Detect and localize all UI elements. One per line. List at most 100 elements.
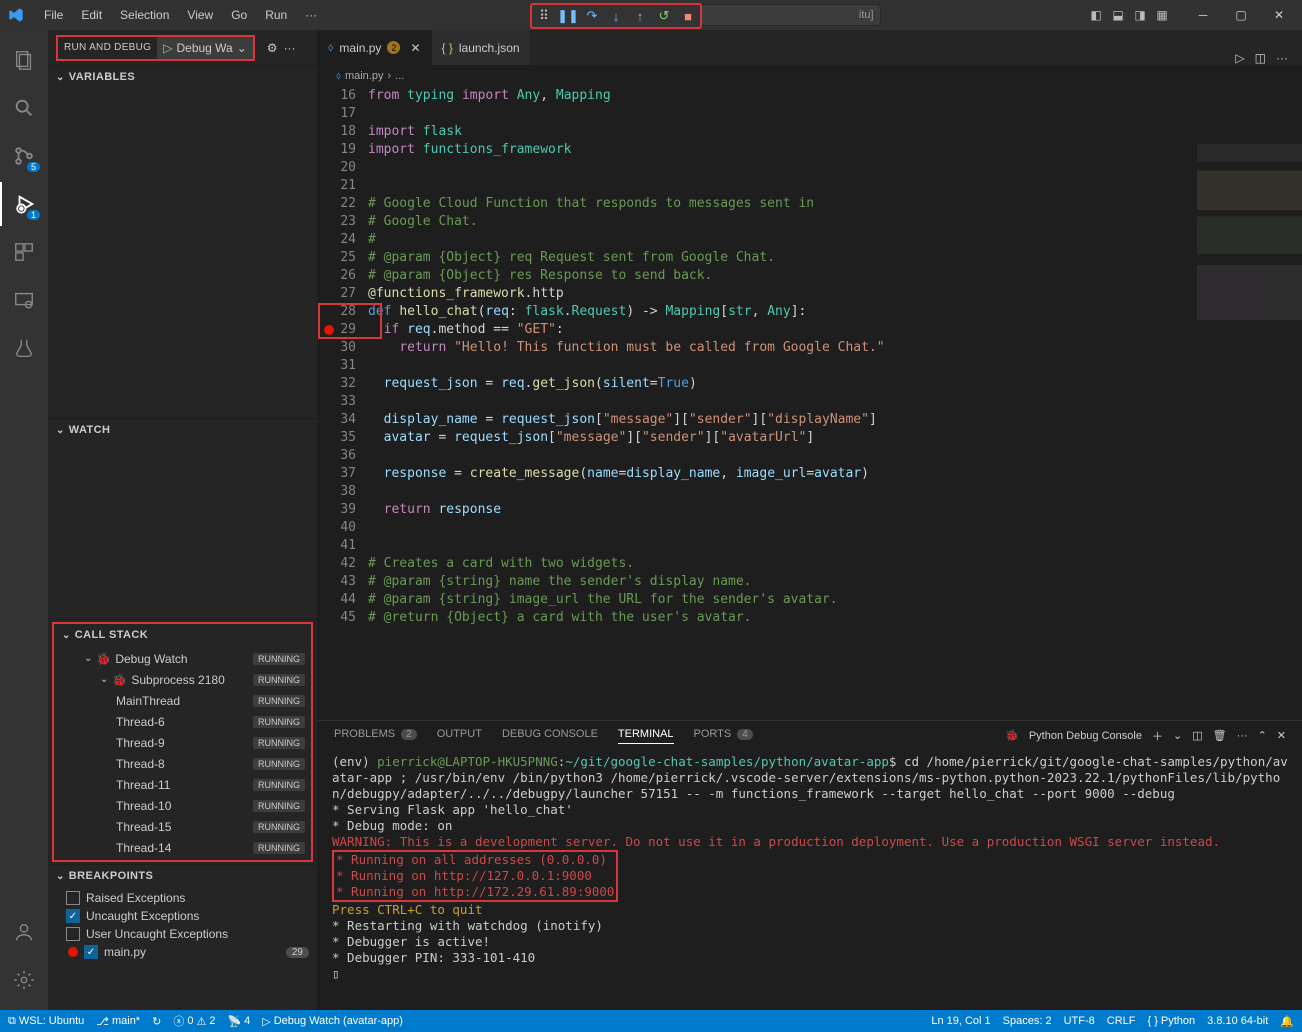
- activity-settings-icon[interactable]: [0, 958, 48, 1002]
- menu-more[interactable]: ···: [297, 4, 325, 26]
- menu-file[interactable]: File: [36, 4, 71, 26]
- status-branch[interactable]: ⎇main*: [96, 1015, 140, 1028]
- vscode-logo-icon: [8, 7, 24, 23]
- callstack-row[interactable]: MainThreadRUNNING: [54, 690, 311, 711]
- callstack-row[interactable]: ⌄🐞Subprocess 2180RUNNING: [54, 669, 311, 690]
- gear-icon[interactable]: ⚙: [267, 41, 278, 55]
- add-terminal-icon[interactable]: ＋: [1152, 728, 1163, 744]
- status-bell-icon[interactable]: 🔔: [1280, 1015, 1294, 1028]
- split-terminal-icon[interactable]: ◫: [1192, 729, 1202, 742]
- activity-testing-icon[interactable]: [0, 326, 48, 370]
- activity-remote-icon[interactable]: [0, 278, 48, 322]
- more-terminal-icon[interactable]: ···: [1237, 730, 1248, 742]
- tab-debug-console[interactable]: DEBUG CONSOLE: [502, 728, 598, 743]
- more-icon[interactable]: ···: [284, 41, 296, 55]
- callstack-row[interactable]: Thread-11RUNNING: [54, 774, 311, 795]
- debug-stop-icon[interactable]: ■: [680, 8, 696, 24]
- chevron-down-icon[interactable]: ⌄: [1173, 729, 1182, 742]
- callstack-row[interactable]: Thread-15RUNNING: [54, 816, 311, 837]
- activity-debug-icon[interactable]: 1: [0, 182, 48, 226]
- menu-view[interactable]: View: [179, 4, 221, 26]
- tab-output[interactable]: OUTPUT: [437, 728, 482, 743]
- status-sync[interactable]: ↻: [152, 1015, 161, 1028]
- menu-go[interactable]: Go: [223, 4, 255, 26]
- activity-search-icon[interactable]: [0, 86, 48, 130]
- checkbox-checked-icon[interactable]: ✓: [84, 945, 98, 959]
- layout-icon-1[interactable]: ◧: [1088, 7, 1104, 23]
- menu-edit[interactable]: Edit: [73, 4, 110, 26]
- tab-launch-json[interactable]: { }launch.json: [432, 30, 531, 65]
- callstack-row[interactable]: Thread-6RUNNING: [54, 711, 311, 732]
- window-close[interactable]: ✕: [1264, 1, 1294, 29]
- status-spaces[interactable]: Spaces: 2: [1003, 1015, 1052, 1027]
- maximize-panel-icon[interactable]: ⌃: [1258, 729, 1267, 742]
- checkbox-icon[interactable]: [66, 891, 80, 905]
- debug-step-into-icon[interactable]: ↓: [608, 8, 624, 24]
- variables-header[interactable]: ⌄VARIABLES: [48, 66, 317, 88]
- error-icon: ⓧ: [173, 1013, 184, 1029]
- status-encoding[interactable]: UTF-8: [1064, 1015, 1095, 1027]
- breadcrumb[interactable]: ⬨ main.py›...: [318, 65, 1302, 87]
- close-icon[interactable]: ✕: [410, 41, 420, 55]
- debug-drag-icon[interactable]: ⠿: [536, 8, 552, 24]
- remote-icon: ⧉: [8, 1015, 16, 1028]
- status-eol[interactable]: CRLF: [1107, 1015, 1136, 1027]
- activity-explorer-icon[interactable]: [0, 38, 48, 82]
- terminal[interactable]: (env) pierrick@LAPTOP-HKU5PNNG:~/git/goo…: [318, 750, 1302, 1010]
- layout-icon-4[interactable]: ▦: [1154, 7, 1170, 23]
- activity-extensions-icon[interactable]: [0, 230, 48, 274]
- tab-ports[interactable]: PORTS4: [694, 728, 753, 743]
- split-editor-icon[interactable]: ◫: [1255, 51, 1266, 65]
- run-editor-icon[interactable]: ▷: [1235, 51, 1244, 65]
- window-minimize[interactable]: ─: [1188, 1, 1218, 29]
- debug-restart-icon[interactable]: ↺: [656, 8, 672, 24]
- activity-account-icon[interactable]: [0, 910, 48, 954]
- menu-run[interactable]: Run: [257, 4, 295, 26]
- breakpoint-dot-icon[interactable]: [324, 325, 334, 335]
- watch-header[interactable]: ⌄WATCH: [48, 419, 317, 441]
- launch-config-select[interactable]: ▷ Debug Wa ⌄: [157, 37, 253, 59]
- activity-scm-icon[interactable]: 5: [0, 134, 48, 178]
- radio-icon: 📡: [227, 1015, 241, 1028]
- callstack-row[interactable]: ⌄🐞Debug WatchRUNNING: [54, 648, 311, 669]
- debug-toolbar[interactable]: ⠿ ❚❚ ↷ ↓ ↑ ↺ ■: [530, 3, 702, 29]
- debug-pause-icon[interactable]: ❚❚: [560, 8, 576, 24]
- kill-terminal-icon[interactable]: 🗑: [1213, 729, 1227, 742]
- bp-user-uncaught[interactable]: User Uncaught Exceptions: [48, 925, 317, 943]
- callstack-header[interactable]: ⌄CALL STACK: [54, 624, 311, 646]
- checkbox-checked-icon[interactable]: ✓: [66, 909, 80, 923]
- menu-selection[interactable]: Selection: [112, 4, 177, 26]
- debug-step-out-icon[interactable]: ↑: [632, 8, 648, 24]
- tab-problems[interactable]: PROBLEMS2: [334, 728, 417, 743]
- status-position[interactable]: Ln 19, Col 1: [931, 1015, 990, 1027]
- layout-icon-3[interactable]: ◨: [1132, 7, 1148, 23]
- minimap[interactable]: [1197, 144, 1302, 364]
- window-maximize[interactable]: ▢: [1226, 1, 1256, 29]
- bp-uncaught[interactable]: ✓Uncaught Exceptions: [48, 907, 317, 925]
- tab-badge: 2: [387, 41, 400, 54]
- callstack-row[interactable]: Thread-10RUNNING: [54, 795, 311, 816]
- callstack-row[interactable]: Thread-9RUNNING: [54, 732, 311, 753]
- status-errors[interactable]: ⓧ0⚠2: [173, 1013, 215, 1029]
- status-interpreter[interactable]: 3.8.10 64-bit: [1207, 1015, 1268, 1027]
- bp-file[interactable]: ✓main.py 29: [48, 943, 317, 961]
- breakpoints-header[interactable]: ⌄BREAKPOINTS: [48, 865, 317, 887]
- debug-step-over-icon[interactable]: ↷: [584, 8, 600, 24]
- status-radio[interactable]: 📡4: [227, 1015, 250, 1028]
- editor-body[interactable]: 1617181920212223242526272829303132333435…: [318, 87, 1302, 720]
- status-remote[interactable]: ⧉WSL: Ubuntu: [8, 1015, 84, 1028]
- callstack-row[interactable]: Thread-14RUNNING: [54, 837, 311, 858]
- tab-terminal[interactable]: TERMINAL: [618, 728, 674, 744]
- layout-icon-2[interactable]: ⬓: [1110, 7, 1126, 23]
- breakpoint-dot-icon: [68, 947, 78, 957]
- running-badge: RUNNING: [253, 737, 305, 749]
- checkbox-icon[interactable]: [66, 927, 80, 941]
- more-editor-icon[interactable]: ···: [1276, 51, 1288, 65]
- status-debug[interactable]: ▷Debug Watch (avatar-app): [262, 1015, 403, 1028]
- console-label[interactable]: Python Debug Console: [1029, 730, 1142, 742]
- callstack-row[interactable]: Thread-8RUNNING: [54, 753, 311, 774]
- close-panel-icon[interactable]: ✕: [1277, 729, 1286, 742]
- bp-raised[interactable]: Raised Exceptions: [48, 889, 317, 907]
- status-lang[interactable]: { }Python: [1147, 1015, 1195, 1027]
- tab-main-py[interactable]: ⬨main.py2✕: [318, 30, 432, 65]
